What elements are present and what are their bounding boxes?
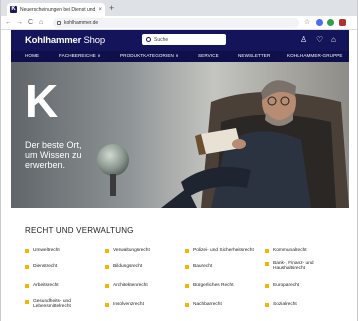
bullet-icon bbox=[185, 284, 189, 288]
bullet-icon bbox=[25, 265, 29, 269]
bullet-icon bbox=[105, 284, 109, 288]
site-logo[interactable]: Kohlhammer Shop bbox=[25, 35, 105, 46]
tab-strip: K Neuerscheinungen bei Dienst und... × + bbox=[1, 0, 357, 16]
category-link[interactable]: Umweltrecht bbox=[25, 248, 97, 253]
browser-toolbar: ← → C ⌂ kohlhammer.de ☆ bbox=[1, 16, 357, 30]
bullet-icon bbox=[105, 303, 109, 307]
category-link[interactable]: Bank-, Finanz- und Haushaltsrecht bbox=[265, 261, 335, 271]
extension-icon[interactable] bbox=[316, 19, 323, 26]
site-header: Kohlhammer Shop Suche ♙ ♡ ⌂ bbox=[11, 30, 349, 51]
kohlhammer-favicon-icon: K bbox=[10, 6, 17, 13]
bullet-icon bbox=[105, 249, 109, 253]
section-title: RECHT UND VERWALTUNG bbox=[25, 226, 134, 235]
lock-icon bbox=[57, 21, 61, 25]
category-link[interactable]: Polizei- und Sicherheitsrecht bbox=[185, 248, 261, 253]
category-link[interactable]: Insolvenzrecht bbox=[105, 302, 177, 307]
nav-fachbereiche[interactable]: FACHBEREICHE ∨ bbox=[59, 53, 101, 59]
hero-claim-line: um Wissen zu bbox=[25, 150, 82, 160]
category-link[interactable]: Arbeitsrecht bbox=[25, 283, 97, 288]
hero-claim-line: Der beste Ort, bbox=[25, 140, 82, 150]
bullet-icon bbox=[265, 303, 269, 307]
hero-claim: Der beste Ort, um Wissen zu erwerben. bbox=[25, 140, 82, 170]
forward-icon[interactable]: → bbox=[16, 18, 23, 28]
content-section: RECHT UND VERWALTUNG Umweltrecht Verwalt… bbox=[11, 208, 349, 321]
category-link[interactable]: Bildungsrecht bbox=[105, 264, 177, 269]
url-text: kohlhammer.de bbox=[64, 20, 99, 26]
nav-kohlhammer-gruppe[interactable]: KOHLHAMMER-GRUPPE bbox=[287, 53, 343, 58]
category-link[interactable]: Kommunalrecht bbox=[265, 248, 337, 253]
nav-home[interactable]: HOME bbox=[25, 53, 39, 58]
bullet-icon bbox=[265, 262, 269, 266]
new-tab-button[interactable]: + bbox=[109, 3, 114, 14]
tab-title: Neuerscheinungen bei Dienst und... bbox=[20, 6, 97, 13]
bullet-icon bbox=[105, 265, 109, 269]
category-link[interactable]: Verwaltungsrecht bbox=[105, 248, 177, 253]
bullet-icon bbox=[25, 300, 29, 304]
bullet-icon bbox=[185, 265, 189, 269]
category-link[interactable]: Architektenrecht bbox=[105, 283, 177, 288]
bullet-icon bbox=[25, 249, 29, 253]
close-tab-icon[interactable]: × bbox=[98, 7, 102, 13]
logo-brand: Kohlhammer bbox=[25, 35, 82, 46]
bullet-icon bbox=[185, 303, 189, 307]
main-navigation: HOME FACHBEREICHE ∨ PRODUKTKATEGORIEN ∨ … bbox=[11, 51, 349, 62]
search-input[interactable]: Suche bbox=[142, 34, 226, 45]
cart-icon[interactable]: ⌂ bbox=[331, 35, 336, 45]
search-icon bbox=[146, 37, 151, 42]
hero-banner[interactable]: K Der beste Ort, um Wissen zu erwerben. bbox=[11, 62, 349, 208]
nav-newsletter[interactable]: NEWSLETTER bbox=[238, 53, 270, 58]
bullet-icon bbox=[25, 284, 29, 288]
reload-icon[interactable]: C bbox=[28, 18, 33, 28]
browser-tab[interactable]: K Neuerscheinungen bei Dienst und... × bbox=[7, 3, 105, 16]
account-icon[interactable]: ♙ bbox=[300, 35, 307, 45]
profile-icon[interactable] bbox=[339, 19, 346, 26]
nav-produktkategorien[interactable]: PRODUKTKATEGORIEN ∨ bbox=[120, 53, 179, 59]
category-link[interactable]: Nachbarrecht bbox=[185, 302, 261, 307]
category-link[interactable]: Bürgerliches Recht bbox=[185, 283, 261, 288]
category-link[interactable]: Gesundheits- und Lebensmittelrecht bbox=[25, 299, 77, 309]
category-link[interactable]: Dienstrecht bbox=[25, 264, 97, 269]
hero-logo-letter: K bbox=[25, 75, 59, 127]
category-link[interactable]: Sozialrecht bbox=[265, 302, 337, 307]
category-link[interactable]: Europarecht bbox=[265, 283, 337, 288]
nav-service[interactable]: SERVICE bbox=[198, 53, 219, 58]
bullet-icon bbox=[265, 249, 269, 253]
hero-claim-line: erwerben. bbox=[25, 160, 66, 170]
logo-shop: Shop bbox=[81, 35, 106, 46]
bullet-icon bbox=[185, 249, 189, 253]
bookmark-star-icon[interactable]: ☆ bbox=[304, 18, 310, 28]
address-bar[interactable]: kohlhammer.de bbox=[53, 18, 299, 28]
wishlist-icon[interactable]: ♡ bbox=[316, 35, 323, 45]
extension-icon[interactable] bbox=[327, 19, 334, 26]
search-placeholder: Suche bbox=[154, 36, 169, 43]
bullet-icon bbox=[265, 284, 269, 288]
home-icon[interactable]: ⌂ bbox=[39, 18, 43, 28]
back-icon[interactable]: ← bbox=[5, 18, 12, 28]
browser-window: K Neuerscheinungen bei Dienst und... × +… bbox=[0, 0, 358, 321]
hero-photo bbox=[11, 62, 349, 208]
category-link[interactable]: Baurecht bbox=[185, 264, 261, 269]
